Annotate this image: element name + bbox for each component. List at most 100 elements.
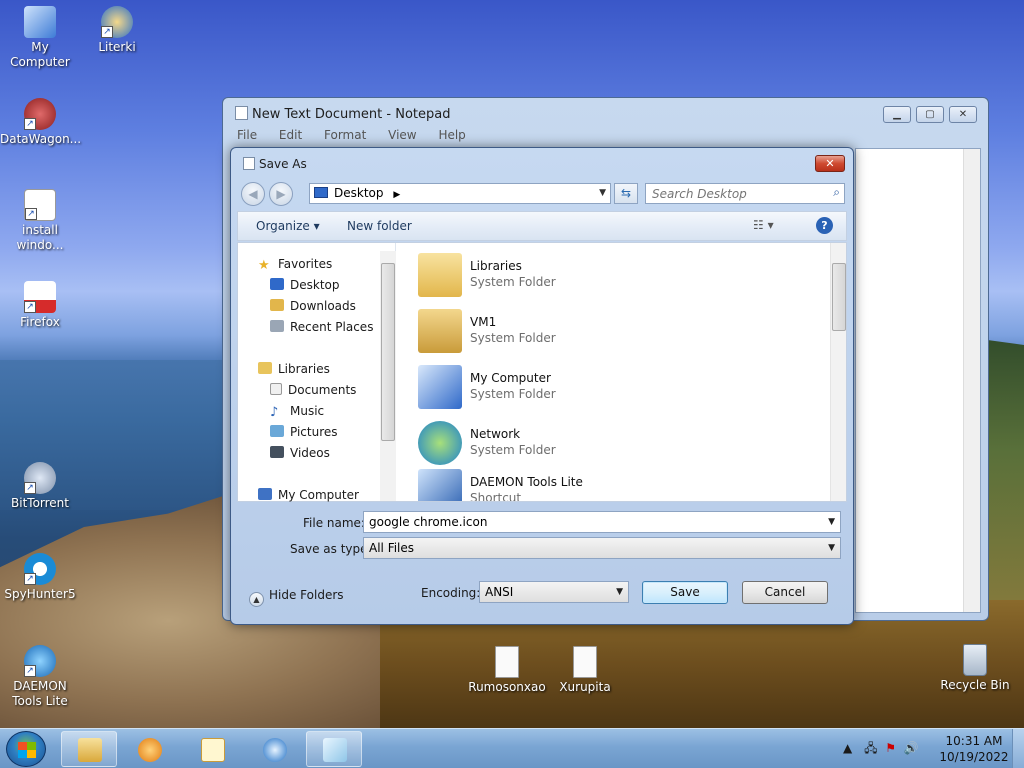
nav-documents[interactable]: Documents [270, 383, 356, 397]
file-name-input[interactable] [369, 515, 809, 529]
action-center-icon[interactable]: ⚑ [885, 741, 896, 755]
network-icon[interactable]: 🖧 [864, 741, 877, 755]
nav-videos[interactable]: Videos [270, 446, 330, 460]
downloads-icon [270, 299, 284, 311]
menu-edit[interactable]: Edit [279, 128, 302, 142]
file-list-scrollbar[interactable] [830, 243, 846, 501]
nav-recent-places[interactable]: Recent Places [270, 320, 373, 334]
clock[interactable]: 10:31 AM 10/19/2022 [938, 733, 1010, 765]
cancel-button[interactable]: Cancel [742, 581, 828, 604]
encoding-select[interactable]: ANSI ▼ [479, 581, 629, 603]
desktop-icon-daemon-tools[interactable]: ↗ DAEMON Tools Lite [0, 645, 80, 709]
dialog-title-text: Save As [259, 157, 307, 171]
address-bar[interactable]: Desktop ▶ ▼ [309, 183, 611, 204]
file-item-libraries[interactable]: Libraries System Folder [412, 249, 812, 301]
start-button[interactable] [6, 731, 46, 767]
notepad-scrollbar[interactable] [963, 149, 980, 612]
taskbar-media-player[interactable] [121, 731, 177, 767]
pictures-icon [270, 425, 284, 437]
desktop-icon-my-computer[interactable]: My Computer [0, 6, 80, 70]
file-item-my-computer[interactable]: My Computer System Folder [412, 361, 812, 413]
system-tray: ▲ 🖧 ⚑ 🔊 [843, 739, 919, 760]
recycle-bin-icon [963, 644, 987, 676]
menu-help[interactable]: Help [438, 128, 465, 142]
desktop-icon-firefox[interactable]: ↗ Firefox [0, 281, 80, 330]
lightning-icon [263, 738, 287, 762]
scroll-thumb[interactable] [381, 263, 395, 441]
search-input[interactable] [646, 184, 816, 203]
address-text: Desktop [334, 186, 384, 200]
nav-desktop[interactable]: Desktop [270, 278, 340, 292]
save-button[interactable]: Save [642, 581, 728, 604]
file-name: VM1 [470, 315, 497, 329]
save-type-label: Save as type: [290, 542, 372, 556]
taskbar-daemon[interactable] [246, 731, 302, 767]
file-item-vm1[interactable]: VM1 System Folder [412, 305, 812, 357]
taskbar-explorer[interactable] [61, 731, 117, 767]
file-item-daemon-tools[interactable]: DAEMON Tools Lite Shortcut [412, 465, 812, 501]
save-type-select[interactable]: All Files ▼ [363, 537, 841, 559]
scroll-thumb[interactable] [832, 263, 846, 331]
nav-label: Desktop [290, 278, 340, 292]
view-options-button[interactable]: ☷ ▾ [753, 218, 774, 232]
organize-button[interactable]: Organize ▾ [256, 219, 320, 233]
taskbar-installer[interactable] [184, 731, 240, 767]
desktop-icon-rumosonxao[interactable]: Rumosonxao [467, 646, 547, 695]
nav-music[interactable]: ♪ Music [270, 404, 325, 420]
datawagon-icon: ↗ [24, 98, 56, 130]
dialog-close-button[interactable]: ✕ [815, 155, 845, 172]
desktop-icon-datawagon[interactable]: ↗ DataWagon... [0, 98, 81, 147]
nav-label: Music [290, 404, 325, 418]
desktop-icon-label: Rumosonxao [468, 680, 546, 694]
bittorrent-icon: ↗ [24, 462, 56, 494]
desktop-icon-label: SpyHunter5 [4, 587, 76, 601]
hide-folders-button[interactable]: ▲ Hide Folders [249, 588, 344, 607]
nav-favorites[interactable]: ★ Favorites [258, 257, 332, 273]
desktop-icon-literki[interactable]: ↗ Literki [77, 6, 157, 55]
notepad-icon [243, 157, 255, 170]
help-icon[interactable]: ? [816, 217, 833, 234]
show-hidden-icons-icon[interactable]: ▲ [843, 741, 852, 755]
volume-icon[interactable]: 🔊 [904, 741, 919, 755]
nav-pane-scrollbar[interactable] [380, 251, 396, 501]
chevron-down-icon: ▼ [828, 543, 835, 553]
file-name-combobox[interactable]: ▼ [363, 511, 841, 533]
chevron-down-icon[interactable]: ▼ [828, 512, 835, 532]
show-desktop-button[interactable] [1012, 729, 1024, 768]
back-button[interactable]: ◀ [241, 182, 265, 206]
menu-format[interactable]: Format [324, 128, 366, 142]
nav-pictures[interactable]: Pictures [270, 425, 338, 439]
nav-libraries[interactable]: Libraries [258, 362, 330, 376]
text-file-icon [495, 646, 519, 678]
desktop-icon-spyhunter[interactable]: ↗ SpyHunter5 [0, 553, 80, 602]
chevron-down-icon[interactable]: ▼ [599, 184, 606, 203]
search-box[interactable]: ⌕ [645, 183, 845, 204]
pdf-shortcut-icon: ↗ [24, 281, 56, 313]
browser-panes: ★ Favorites Desktop Downloads Recent Plac… [237, 242, 847, 502]
desktop-icon-install-windows[interactable]: ↗ install windo... [0, 189, 80, 253]
desktop-icon-xurupita[interactable]: Xurupita [545, 646, 625, 695]
nav-my-computer[interactable]: My Computer [258, 488, 359, 502]
daemon-tools-icon [418, 469, 462, 501]
file-type: System Folder [470, 387, 556, 401]
maximize-button[interactable]: ▢ [916, 106, 944, 123]
desktop-icon-label: BitTorrent [11, 496, 69, 510]
save-type-value: All Files [369, 541, 415, 555]
refresh-button[interactable]: ⇆ [614, 183, 638, 204]
notepad-icon [235, 106, 248, 120]
desktop-icon-recycle-bin[interactable]: Recycle Bin [935, 644, 1015, 693]
documents-icon [270, 383, 282, 395]
menu-view[interactable]: View [388, 128, 416, 142]
save-as-dialog: Save As ✕ ◀ ▶ Desktop ▶ ▼ ⇆ ⌕ Organize ▾… [230, 147, 854, 625]
new-folder-button[interactable]: New folder [347, 219, 412, 233]
notepad-text-area[interactable] [855, 148, 981, 613]
chevron-down-icon: ▼ [616, 587, 623, 597]
file-item-network[interactable]: Network System Folder [412, 417, 812, 469]
taskbar-notepad[interactable] [306, 731, 362, 767]
nav-downloads[interactable]: Downloads [270, 299, 356, 313]
notepad-close-button[interactable]: ✕ [949, 106, 977, 123]
minimize-button[interactable]: ▁ [883, 106, 911, 123]
menu-file[interactable]: File [237, 128, 257, 142]
forward-button[interactable]: ▶ [269, 182, 293, 206]
desktop-icon-bittorrent[interactable]: ↗ BitTorrent [0, 462, 80, 511]
